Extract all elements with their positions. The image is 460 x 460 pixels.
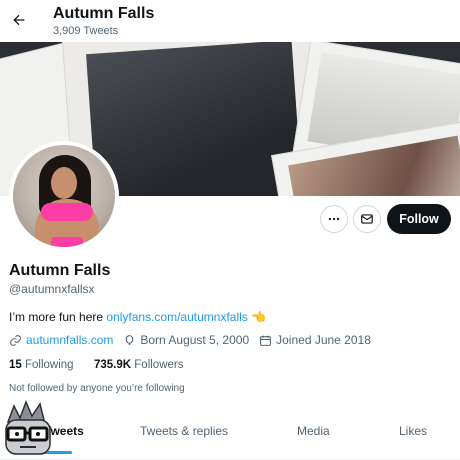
bio-link[interactable]: onlyfans.com/autumnxfalls xyxy=(106,310,247,324)
joined-text: Joined June 2018 xyxy=(276,333,371,347)
followers-link[interactable]: 735.9K Followers xyxy=(94,359,184,371)
profile-name: Autumn Falls xyxy=(9,262,111,279)
arrow-left-icon xyxy=(13,14,25,26)
balloon-icon xyxy=(126,334,134,345)
message-button[interactable] xyxy=(353,205,381,233)
birthday-text: Born August 5, 2000 xyxy=(140,333,250,347)
pointing-hand-emoji: 👈 xyxy=(251,310,267,324)
header-name: Autumn Falls xyxy=(53,5,155,22)
profile-bio: I’m more fun here onlyfans.com/autumnxfa… xyxy=(9,310,266,324)
profile-meta: autumnfalls.com Born August 5, 2000 Join… xyxy=(9,333,381,347)
glasses-mascot-icon xyxy=(5,400,51,455)
avatar[interactable] xyxy=(9,141,119,251)
top-bar: Autumn Falls 3,909 Tweets xyxy=(0,0,460,42)
bio-text: I’m more fun here xyxy=(9,310,107,324)
tab-likes[interactable]: Likes xyxy=(399,424,427,438)
more-button[interactable] xyxy=(320,205,348,233)
more-icon xyxy=(328,217,340,221)
back-button[interactable] xyxy=(6,7,32,33)
mail-icon xyxy=(361,214,373,224)
not-followed-note: Not followed by anyone you’re following xyxy=(9,383,185,394)
calendar-icon xyxy=(260,335,272,346)
follow-button[interactable]: Follow xyxy=(387,204,451,234)
tab-media[interactable]: Media xyxy=(297,424,330,438)
website-link[interactable]: autumnfalls.com xyxy=(26,333,113,347)
profile-tabs: Tweets Tweets & replies Media Likes xyxy=(0,415,460,460)
link-icon xyxy=(10,334,21,346)
profile-handle: @autumnxfallsx xyxy=(9,282,95,296)
follow-stats: 15 Following 735.9K Followers xyxy=(9,359,184,371)
tab-tweets-replies[interactable]: Tweets & replies xyxy=(140,424,228,438)
following-link[interactable]: 15 Following xyxy=(9,359,74,371)
tweet-count: 3,909 Tweets xyxy=(53,25,119,37)
